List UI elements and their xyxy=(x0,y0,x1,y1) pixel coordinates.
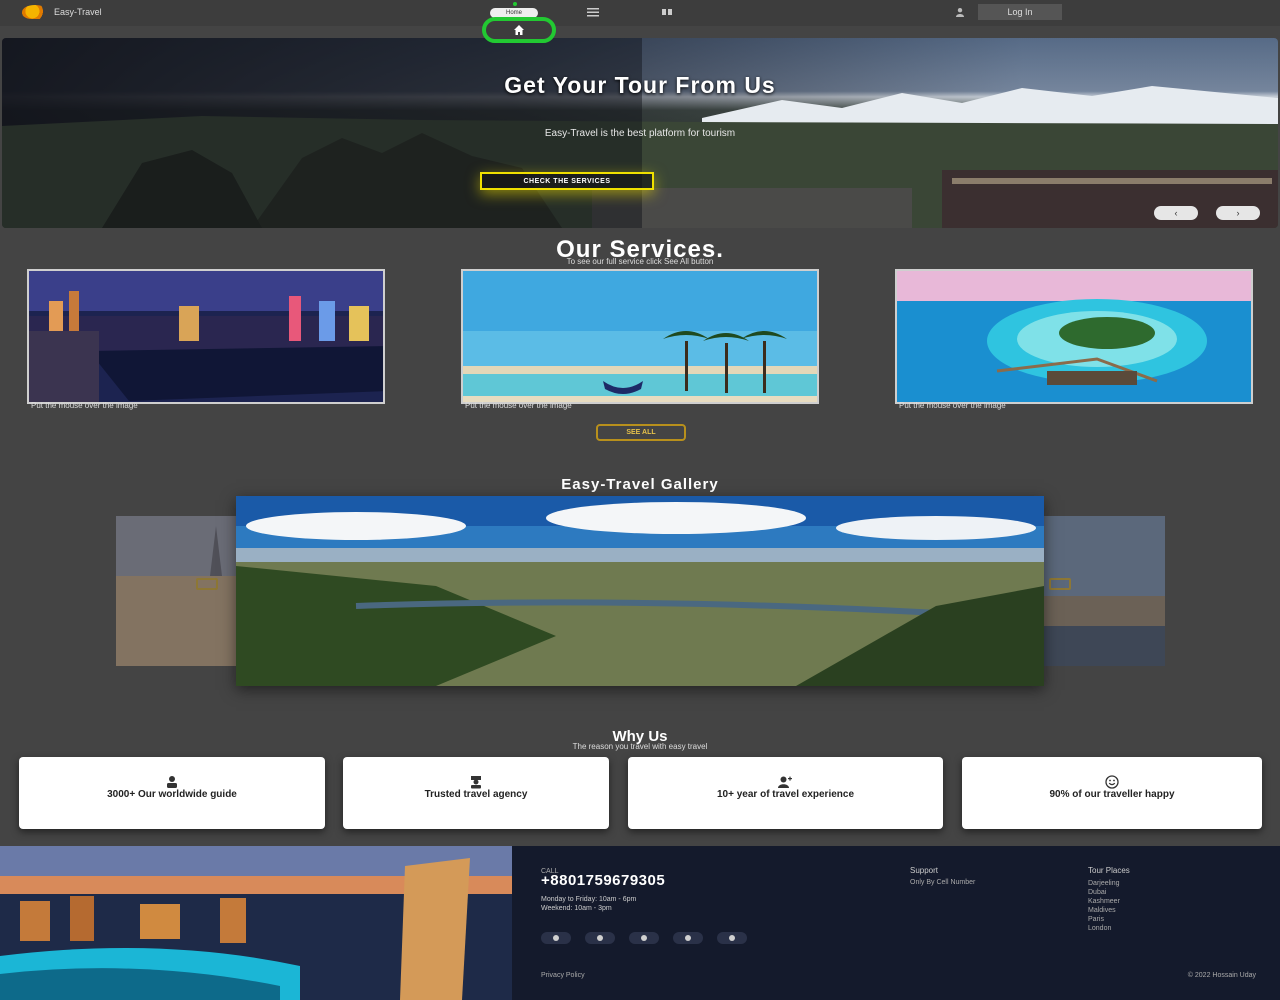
gallery-slide-next[interactable] xyxy=(1043,516,1165,666)
beach-palm-image xyxy=(463,271,817,402)
guide-icon xyxy=(167,776,177,788)
hero-carousel: Get Your Tour From Us Easy-Travel is the… xyxy=(2,38,1278,228)
agency-icon xyxy=(471,776,481,789)
maldives-island-image xyxy=(897,271,1251,402)
why-card-agency: Trusted travel agency xyxy=(343,757,609,829)
carousel-next-button[interactable]: › xyxy=(1216,206,1260,220)
services-subtitle: To see our full service click See All bu… xyxy=(566,257,714,266)
check-services-button[interactable]: CHECK THE SERVICES xyxy=(480,172,654,190)
brand-logo-icon xyxy=(22,5,48,19)
why-card-text: Trusted travel agency xyxy=(424,789,528,800)
brand[interactable]: Easy-Travel xyxy=(22,5,102,19)
service-caption: Put the mouse over the image xyxy=(31,401,138,410)
kashmir-valley-image xyxy=(236,496,1044,686)
service-card-city[interactable] xyxy=(27,269,385,404)
footer-dubai-image xyxy=(0,846,512,1000)
why-card-experience: 10+ year of travel experience xyxy=(628,757,943,829)
gallery-title: Easy-Travel Gallery xyxy=(561,476,719,493)
github-icon[interactable] xyxy=(673,932,703,944)
twitter-icon[interactable] xyxy=(629,932,659,944)
gallery-slide-active[interactable] xyxy=(236,496,1044,686)
service-card-maldives[interactable] xyxy=(895,269,1253,404)
hero-subtitle: Easy-Travel is the best platform for tou… xyxy=(544,128,736,139)
why-card-text: 3000+ Our worldwide guide xyxy=(107,789,237,800)
tour-place-link[interactable]: Paris xyxy=(1088,915,1120,924)
tour-place-link[interactable]: Dubai xyxy=(1088,888,1120,897)
service-caption: Put the mouse over the image xyxy=(899,401,1006,410)
user-plus-icon xyxy=(778,776,792,788)
tour-places-heading: Tour Places xyxy=(1088,866,1130,875)
tour-places-list: Darjeeling Dubai Kashmeer Maldives Paris… xyxy=(1088,879,1120,933)
instagram-icon[interactable] xyxy=(541,932,571,944)
home-icon xyxy=(514,25,524,35)
footer: CALL +8801759679305 Monday to Friday: 10… xyxy=(512,846,1280,1000)
why-card-text: 10+ year of travel experience xyxy=(716,789,855,800)
tour-place-link[interactable]: Kashmeer xyxy=(1088,897,1120,906)
phone-number[interactable]: +8801759679305 xyxy=(541,872,665,889)
tour-place-link[interactable]: Darjeeling xyxy=(1088,879,1120,888)
gallery-marker xyxy=(196,578,218,590)
privacy-policy-link[interactable]: Privacy Policy xyxy=(541,972,585,979)
navbar: Easy-Travel Home Log In xyxy=(0,0,1280,26)
support-text: Only By Cell Number xyxy=(910,879,976,886)
nav-active-indicator xyxy=(513,2,517,6)
user-icon xyxy=(956,8,964,17)
quote-icon[interactable] xyxy=(660,6,674,18)
why-subtitle: The reason you travel with easy travel xyxy=(572,742,708,751)
see-all-button[interactable]: SEE ALL xyxy=(596,424,686,441)
dubai-marina-image xyxy=(0,846,512,1000)
hours-weekend: Weekend: 10am - 3pm xyxy=(541,905,612,912)
hero-title: Get Your Tour From Us xyxy=(504,72,776,98)
why-card-text: 90% of our traveller happy xyxy=(1049,789,1175,800)
brand-name: Easy-Travel xyxy=(54,7,102,17)
dribbble-icon[interactable] xyxy=(717,932,747,944)
service-caption: Put the mouse over the image xyxy=(465,401,572,410)
smile-icon xyxy=(1105,775,1119,789)
support-heading: Support xyxy=(910,866,939,875)
tour-place-link[interactable]: Maldives xyxy=(1088,906,1120,915)
login-button[interactable]: Log In xyxy=(978,4,1062,20)
service-card-beach[interactable] xyxy=(461,269,819,404)
list-icon[interactable] xyxy=(586,6,600,18)
gallery-slide-prev[interactable] xyxy=(116,516,238,666)
why-card-guides: 3000+ Our worldwide guide xyxy=(19,757,325,829)
facebook-icon[interactable] xyxy=(585,932,615,944)
copyright: © 2022 Hossain Uday xyxy=(1187,972,1256,979)
carousel-prev-button[interactable]: ‹ xyxy=(1154,206,1198,220)
nav-home-button[interactable] xyxy=(482,17,556,43)
tour-place-link[interactable]: London xyxy=(1088,924,1120,933)
why-card-happy: 90% of our traveller happy xyxy=(962,757,1262,829)
city-night-image xyxy=(29,271,383,402)
paris-image xyxy=(116,516,238,666)
london-image xyxy=(1043,516,1165,666)
gallery-marker xyxy=(1049,578,1071,590)
hours-weekday: Monday to Friday: 10am - 6pm xyxy=(541,896,637,903)
